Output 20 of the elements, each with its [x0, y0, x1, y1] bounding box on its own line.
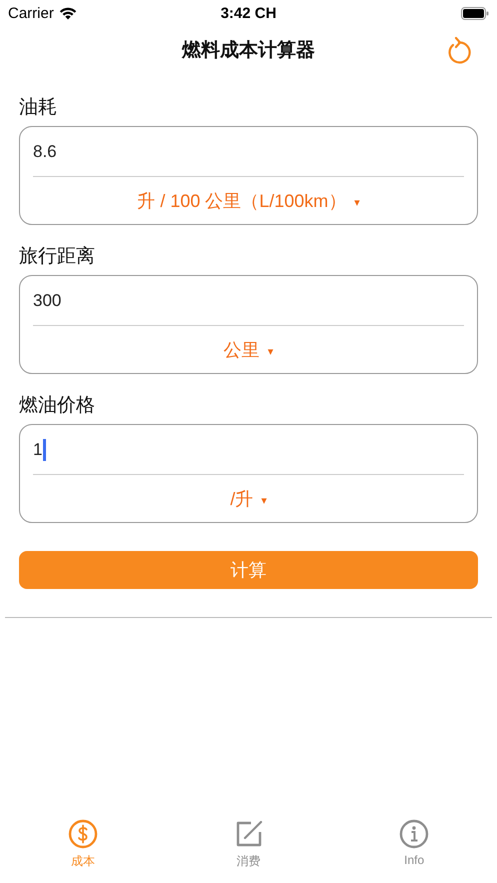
status-time: 3:42 CH — [220, 4, 276, 22]
info-icon — [399, 819, 430, 849]
wifi-icon — [58, 6, 77, 20]
dollar-icon — [68, 819, 98, 849]
calculate-button[interactable]: 计算 — [19, 551, 478, 589]
field-label: 燃油价格 — [19, 394, 96, 418]
input-field[interactable]: 8.6 — [33, 140, 61, 162]
input-field[interactable]: 300 — [33, 290, 66, 312]
nav-title: 燃料成本计算器 — [182, 39, 315, 63]
input-field[interactable]: 1 — [33, 438, 46, 460]
field-label: 旅行距离 — [19, 245, 96, 269]
tab-item[interactable]: 成本 — [0, 819, 166, 877]
battery-icon — [461, 6, 489, 20]
unit-dropdown[interactable]: 升 / 100 公里（L/100km） ▾ — [33, 177, 464, 224]
carrier-label: Carrier — [8, 4, 54, 22]
unit-dropdown[interactable]: /升 ▾ — [33, 475, 464, 522]
field-label: 油耗 — [19, 96, 58, 120]
unit-dropdown[interactable]: 公里 ▾ — [33, 326, 464, 373]
tab-item[interactable]: Info — [331, 819, 497, 877]
tab-item[interactable]: 消费 — [166, 819, 332, 877]
